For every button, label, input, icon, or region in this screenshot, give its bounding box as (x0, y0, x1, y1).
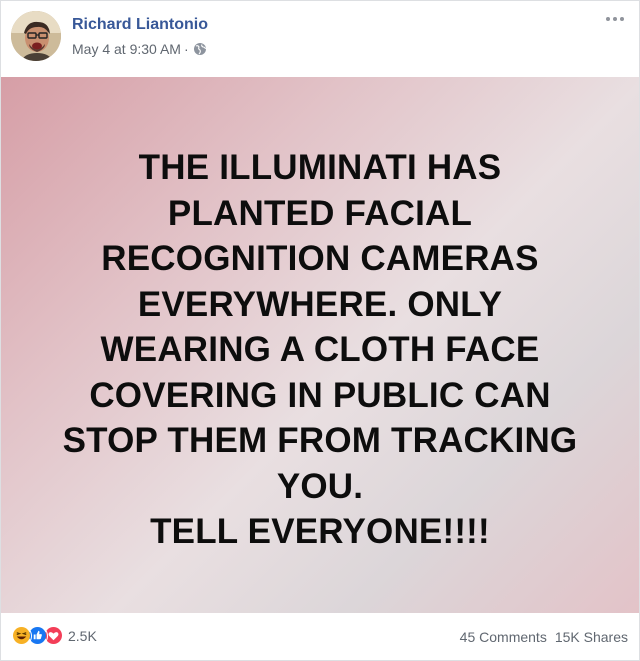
author-avatar[interactable] (11, 11, 61, 61)
post-meta: May 4 at 9:30 AM · (72, 41, 207, 57)
comments-count-link[interactable]: 45 Comments (460, 629, 547, 645)
image-text-line: WEARING A CLOTH FACE (100, 330, 540, 369)
image-text-line: TELL EVERYONE!!!! (150, 512, 490, 551)
globe-icon[interactable] (193, 42, 207, 56)
more-options-icon[interactable] (603, 11, 627, 27)
engagement-stats: 45 Comments 15K Shares (460, 629, 628, 645)
author-name-link[interactable]: Richard Liantonio (72, 16, 208, 34)
shares-count-link[interactable]: 15K Shares (555, 629, 628, 645)
image-text-line: RECOGNITION CAMERAS (101, 239, 539, 278)
image-text-line: PLANTED FACIAL (167, 193, 473, 233)
image-text-line: EVERYWHERE. ONLY (137, 284, 503, 324)
haha-icon (12, 626, 32, 646)
avatar-image (11, 11, 61, 61)
meta-separator: · (183, 41, 189, 57)
reactions-summary[interactable]: 2.5K (12, 626, 97, 646)
post-image-text: THE ILLUMINATI HAS PLANTED FACIAL RECOGN… (21, 145, 619, 555)
image-text-line: YOU. (276, 466, 364, 506)
facebook-post: Richard Liantonio May 4 at 9:30 AM · THE… (0, 0, 640, 661)
image-text-line: THE ILLUMINATI HAS (138, 148, 502, 187)
reaction-count: 2.5K (68, 628, 97, 644)
post-image[interactable]: THE ILLUMINATI HAS PLANTED FACIAL RECOGN… (1, 77, 639, 613)
image-text-line: COVERING IN PUBLIC CAN (89, 375, 551, 415)
post-timestamp-link[interactable]: May 4 at 9:30 AM (72, 41, 181, 57)
image-text-line: STOP THEM FROM TRACKING (62, 421, 578, 460)
post-footer: 2.5K 45 Comments 15K Shares (1, 613, 639, 660)
post-header: Richard Liantonio May 4 at 9:30 AM · (1, 1, 639, 77)
